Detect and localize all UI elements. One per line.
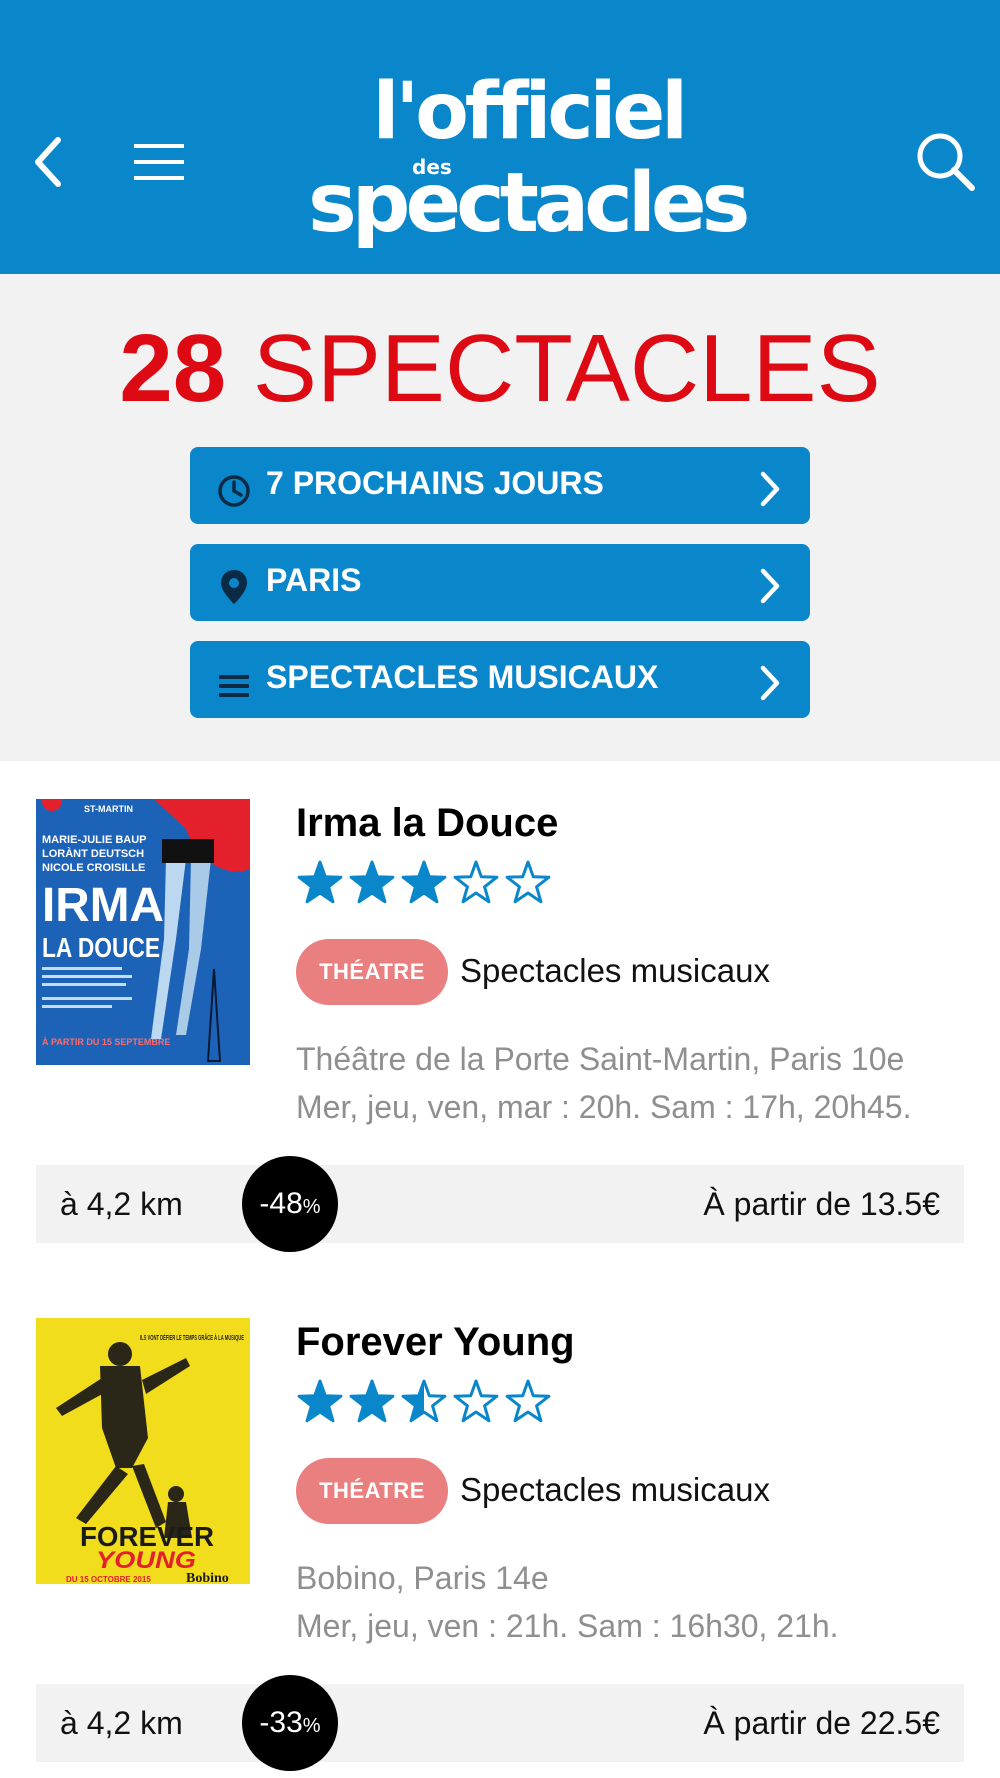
- search-icon: [917, 133, 975, 191]
- show-info-bar: à 4,2 km À partir de 22.5€: [36, 1684, 964, 1762]
- show-venue: Théâtre de la Porte Saint-Martin, Paris …: [296, 1041, 905, 1077]
- show-price: À partir de 13.5€: [703, 1186, 940, 1222]
- discount-unit: %: [302, 1715, 321, 1737]
- star-empty-icon: [505, 860, 551, 904]
- poster-top-text: ST-MARTIN: [84, 804, 133, 814]
- show-price: À partir de 22.5€: [703, 1705, 940, 1741]
- list-icon: [219, 675, 249, 697]
- discount-unit: %: [302, 1196, 321, 1218]
- filter-location-button[interactable]: PARIS: [190, 544, 810, 621]
- chevron-right-icon: [760, 471, 780, 507]
- star-filled-icon: [349, 1379, 395, 1423]
- star-empty-icon: [453, 1379, 499, 1423]
- location-pin-icon: [221, 570, 247, 604]
- filter-category-label: SPECTACLES MUSICAUX: [266, 659, 659, 695]
- star-empty-icon: [453, 860, 499, 904]
- filter-location-label: PARIS: [266, 562, 362, 598]
- logo-text-officiel: l'officiel: [372, 67, 688, 157]
- star-filled-icon: [401, 860, 447, 904]
- poster-cast-2: LORÀNT DEUTSCH: [42, 847, 144, 860]
- star-rating: [296, 859, 556, 907]
- results-count: 28: [119, 315, 227, 422]
- show-card[interactable]: ST-MARTIN MARIE-JULIE BAUP LORÀNT DEUTSC…: [0, 799, 1000, 1319]
- poster-image: ILS VONT DÉFIER LE TEMPS GRÂCE À LA MUSI…: [36, 1318, 250, 1584]
- show-venue: Bobino, Paris 14e: [296, 1560, 549, 1596]
- discount-badge: -48%: [242, 1156, 338, 1252]
- chevron-right-icon: [760, 665, 780, 701]
- show-poster[interactable]: ILS VONT DÉFIER LE TEMPS GRÂCE À LA MUSI…: [36, 1318, 250, 1584]
- results-count-heading: 28 SPECTACLES: [0, 314, 1000, 424]
- genre-badge: THÉATRE: [296, 1458, 448, 1524]
- show-category: Spectacles musicaux: [460, 1471, 770, 1508]
- filter-panel: 28 SPECTACLES 7 PROCHAINS JOURS PARIS SP…: [0, 274, 1000, 761]
- poster-image: ST-MARTIN MARIE-JULIE BAUP LORÀNT DEUTSC…: [36, 799, 250, 1065]
- brand-logo[interactable]: l'officiel des spectacles: [308, 67, 750, 250]
- show-info-bar: à 4,2 km À partir de 13.5€: [36, 1165, 964, 1243]
- show-times: Mer, jeu, ven : 21h. Sam : 16h30, 21h.: [296, 1608, 839, 1644]
- show-card[interactable]: ILS VONT DÉFIER LE TEMPS GRÂCE À LA MUSI…: [0, 1318, 1000, 1778]
- poster-title-1: IRMA: [42, 879, 164, 932]
- show-title[interactable]: Forever Young: [296, 1318, 575, 1366]
- search-button[interactable]: [914, 130, 978, 194]
- filter-date-button[interactable]: 7 PROCHAINS JOURS: [190, 447, 810, 524]
- star-filled-icon: [297, 1379, 343, 1423]
- app-header: l'officiel des spectacles: [0, 0, 1000, 274]
- show-category: Spectacles musicaux: [460, 952, 770, 989]
- filter-date-label: 7 PROCHAINS JOURS: [266, 465, 604, 501]
- poster-cast-3: NICOLE CROISILLE: [42, 862, 145, 874]
- star-half-icon: [401, 1379, 447, 1423]
- results-label: SPECTACLES: [252, 315, 881, 422]
- chevron-right-icon: [760, 568, 780, 604]
- show-title[interactable]: Irma la Douce: [296, 799, 558, 847]
- poster-cast-1: MARIE-JULIE BAUP: [42, 834, 147, 846]
- show-distance: à 4,2 km: [60, 1186, 183, 1222]
- chevron-left-icon: [35, 137, 61, 187]
- poster-venue: Bobino: [186, 1571, 229, 1584]
- star-filled-icon: [297, 860, 343, 904]
- menu-button[interactable]: [134, 142, 186, 182]
- show-times: Mer, jeu, ven, mar : 20h. Sam : 17h, 20h…: [296, 1089, 912, 1125]
- star-filled-icon: [349, 860, 395, 904]
- show-poster[interactable]: ST-MARTIN MARIE-JULIE BAUP LORÀNT DEUTSC…: [36, 799, 250, 1065]
- discount-value: -48: [259, 1187, 303, 1220]
- discount-value: -33: [259, 1706, 303, 1739]
- star-rating: [296, 1378, 556, 1426]
- poster-title-2: YOUNG: [96, 1547, 196, 1574]
- hamburger-menu-icon: [134, 144, 184, 180]
- filter-category-button[interactable]: SPECTACLES MUSICAUX: [190, 641, 810, 718]
- back-button[interactable]: [28, 132, 72, 192]
- clock-icon: [218, 475, 250, 507]
- poster-title-2: LA DOUCE: [42, 932, 160, 963]
- discount-badge: -33%: [242, 1675, 338, 1771]
- poster-tagline: ILS VONT DÉFIER LE TEMPS GRÂCE À LA MUSI…: [140, 1333, 244, 1342]
- poster-date: DU 15 OCTOBRE 2015: [66, 1575, 151, 1584]
- logo-text-spectacles: spectacles: [308, 156, 750, 251]
- genre-badge: THÉATRE: [296, 939, 448, 1005]
- show-distance: à 4,2 km: [60, 1705, 183, 1741]
- star-empty-icon: [505, 1379, 551, 1423]
